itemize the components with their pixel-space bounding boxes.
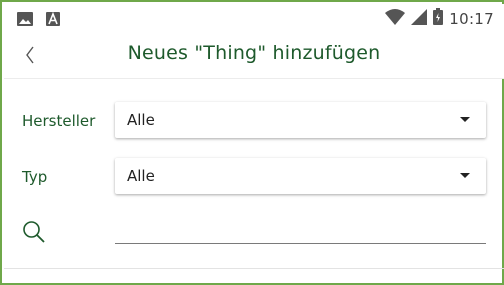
image-icon	[17, 11, 33, 30]
dropdown-caret-icon	[460, 117, 470, 122]
manufacturer-select-value: Alle	[127, 111, 155, 129]
a-icon	[46, 11, 60, 30]
battery-icon	[433, 8, 444, 29]
dropdown-caret-icon	[460, 173, 470, 178]
search-icon	[22, 220, 46, 244]
status-bar: 10:17	[4, 4, 504, 32]
page-title: Neues "Thing" hinzufügen	[127, 42, 381, 64]
signal-icon	[411, 8, 428, 29]
divider	[4, 268, 504, 269]
wifi-icon	[385, 8, 406, 29]
type-select[interactable]: Alle	[115, 158, 486, 194]
search-input[interactable]	[115, 218, 486, 244]
app-bar: Neues "Thing" hinzufügen	[4, 32, 504, 79]
manufacturer-select[interactable]: Alle	[115, 102, 486, 138]
type-select-value: Alle	[127, 167, 155, 185]
manufacturer-label: Hersteller	[22, 112, 96, 130]
app-frame: 10:17 Neues "Thing" hinzufügen Herstelle…	[0, 0, 504, 285]
status-time: 10:17	[449, 9, 494, 28]
type-label: Typ	[22, 168, 48, 186]
